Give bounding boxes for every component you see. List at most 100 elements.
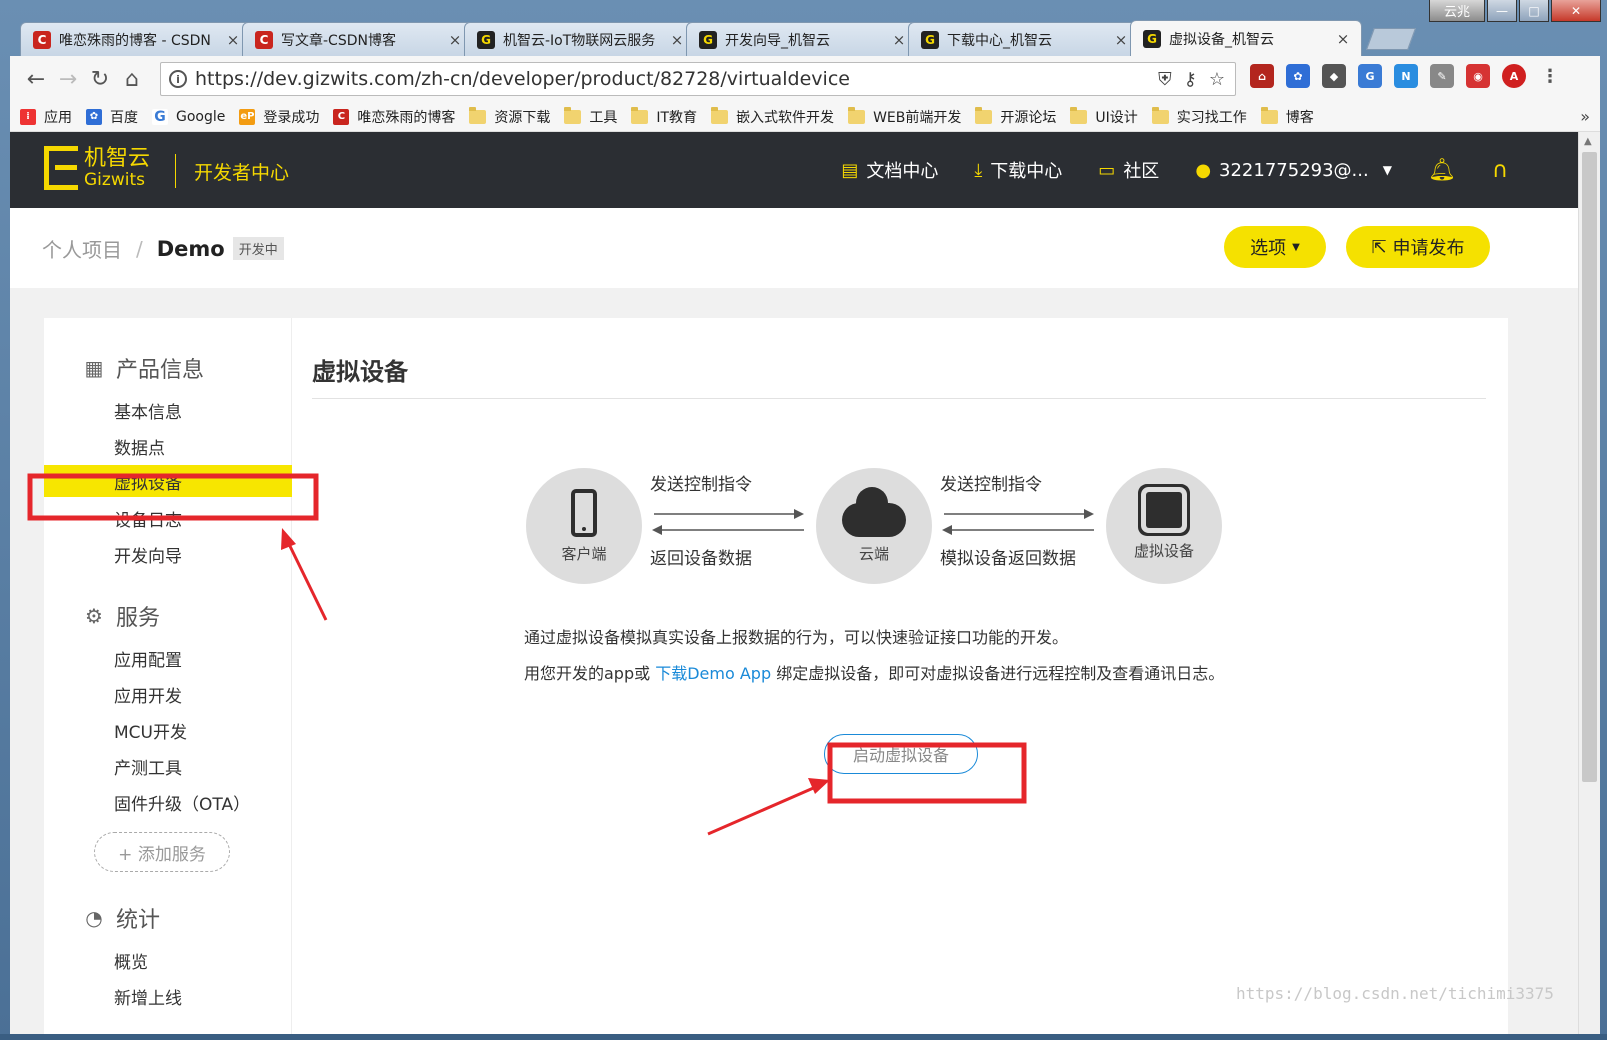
sidebar-item-test-tools[interactable]: 产测工具 <box>114 754 182 779</box>
bookmark-folder[interactable]: 工具 <box>564 106 618 127</box>
new-tab-button[interactable] <box>1365 28 1417 50</box>
content-card: ▦ 产品信息 基本信息 数据点 虚拟设备 设备日志 开发向导 ⚙ 服务 应用配置… <box>44 318 1508 1037</box>
send-command-label: 发送控制指令 <box>650 475 752 495</box>
bookmark-folder[interactable]: 开源论坛 <box>975 106 1056 127</box>
bookmark-folder[interactable]: 资源下载 <box>469 106 550 127</box>
bookmark-item[interactable]: G Google <box>152 108 226 125</box>
bookmark-label: Google <box>176 108 226 125</box>
download-demo-app-link[interactable]: 下载Demo App <box>655 664 771 683</box>
pdf-extension-icon[interactable]: ⌂ <box>1250 64 1274 88</box>
publish-label: 申请发布 <box>1392 238 1465 259</box>
baidu-paw-extension-icon[interactable]: ✿ <box>1286 64 1310 88</box>
bookmark-label: IT教育 <box>656 109 698 126</box>
shield-blocked-icon[interactable]: ⛨ <box>1158 69 1172 90</box>
sidebar-item-datapoints[interactable]: 数据点 <box>114 434 165 459</box>
minimize-button[interactable]: — <box>1487 0 1517 22</box>
browser-tab[interactable]: G 开发向导_机智云 × <box>686 22 918 56</box>
add-service-button[interactable]: + 添加服务 <box>94 832 230 872</box>
bookmark-star-icon[interactable]: ☆ <box>1209 69 1225 90</box>
maximize-button[interactable]: □ <box>1519 0 1549 22</box>
reload-icon[interactable]: ↻ <box>84 63 116 95</box>
bookmark-item[interactable]: C 唯恋殊雨的博客 <box>333 107 455 127</box>
tab-title: 唯恋殊雨的博客 - CSDN <box>59 32 211 49</box>
sidebar-item-virtual-device[interactable]: 虚拟设备 <box>114 469 182 494</box>
nav-downloads[interactable]: ⤓ 下载中心 <box>974 157 1062 183</box>
tab-close-icon[interactable]: × <box>891 31 907 49</box>
gizwits-logo[interactable]: 机智云 Gizwits <box>44 146 150 190</box>
browser-tab[interactable]: C 唯恋殊雨的博客 - CSDN × <box>20 22 252 56</box>
sidebar-item-device-log[interactable]: 设备日志 <box>114 506 182 531</box>
account-menu[interactable]: ● 3221775293@... ▼ <box>1195 160 1392 181</box>
address-bar[interactable]: i https://dev.gizwits.com/zh-cn/develope… <box>160 62 1236 96</box>
bookmark-folder[interactable]: UI设计 <box>1070 106 1138 127</box>
url-text[interactable]: https://dev.gizwits.com/zh-cn/developer/… <box>195 68 850 90</box>
tab-close-icon[interactable]: × <box>225 31 241 49</box>
sidebar-item-overview[interactable]: 概览 <box>114 948 148 973</box>
sidebar-item-new-online[interactable]: 新增上线 <box>114 984 182 1009</box>
page-scrollbar[interactable]: ▲ <box>1578 132 1600 1037</box>
bookmark-folder[interactable]: WEB前端开发 <box>848 106 961 127</box>
bookmark-folder[interactable]: 实习找工作 <box>1151 106 1247 127</box>
home-icon[interactable]: ⌂ <box>116 63 148 95</box>
back-arrow-icon[interactable]: ← <box>20 63 52 95</box>
arrow-right-icon <box>794 509 804 519</box>
description-line-2: 用您开发的app或 下载Demo App 绑定虚拟设备，即可对虚拟设备进行远程控… <box>524 660 1224 684</box>
eyedropper-extension-icon[interactable]: ✎ <box>1430 64 1454 88</box>
developer-center-link[interactable]: 开发者中心 <box>194 158 289 185</box>
menu-kebab-icon[interactable]: ⋮ <box>1538 64 1562 88</box>
tab-close-icon[interactable]: × <box>1113 31 1129 49</box>
options-dropdown-button[interactable]: 选项 ▼ <box>1224 226 1326 268</box>
nav-docs[interactable]: ▤ 文档中心 <box>841 157 938 183</box>
bookmark-item[interactable]: ⁞ 应用 <box>20 107 72 127</box>
start-virtual-device-button[interactable]: 启动虚拟设备 <box>824 734 978 774</box>
browser-tab[interactable]: C 写文章-CSDN博客 × <box>242 22 474 56</box>
evernote-extension-icon[interactable]: ◆ <box>1322 64 1346 88</box>
sidebar-item-mcu-dev[interactable]: MCU开发 <box>114 718 187 743</box>
sidebar-item-app-config[interactable]: 应用配置 <box>114 646 182 671</box>
site-header: 机智云 Gizwits 开发者中心 ▤ 文档中心 ⤓ 下载中心 ▭ 社区 ● 3… <box>10 132 1588 208</box>
bookmark-folder[interactable]: IT教育 <box>631 106 698 127</box>
sidebar-group-services: ⚙ 服务 <box>82 600 160 632</box>
notifications-button[interactable]: 🔔︎ <box>1428 158 1456 183</box>
bookmark-item[interactable]: ✿ 百度 <box>86 107 138 127</box>
rss-new-extension-icon[interactable]: N <box>1394 64 1418 88</box>
arrow-left-icon <box>942 525 952 535</box>
close-window-button[interactable]: ✕ <box>1551 0 1601 22</box>
browser-tab[interactable]: G 下载中心_机智云 × <box>908 22 1140 56</box>
tab-title: 写文章-CSDN博客 <box>281 32 396 49</box>
scroll-up-icon[interactable]: ▲ <box>1584 136 1592 147</box>
nav-community[interactable]: ▭ 社区 <box>1098 157 1159 183</box>
tab-close-icon[interactable]: × <box>669 31 685 49</box>
adblock-extension-icon[interactable]: A <box>1502 64 1526 88</box>
key-icon[interactable]: ⚷ <box>1184 69 1197 90</box>
bookmarks-overflow-button[interactable]: » <box>1580 107 1590 126</box>
send-command-label: 发送控制指令 <box>940 475 1042 495</box>
site-info-icon[interactable]: i <box>169 70 187 88</box>
profile-button[interactable]: 云兆 <box>1429 0 1485 22</box>
tab-close-icon[interactable]: × <box>1335 30 1351 48</box>
sidebar-item-basic-info[interactable]: 基本信息 <box>114 398 182 423</box>
apply-publish-button[interactable]: ⇱ 申请发布 <box>1346 226 1490 268</box>
translate-extension-icon[interactable]: G <box>1358 64 1382 88</box>
bookmark-item[interactable]: eP 登录成功 <box>239 107 319 127</box>
browser-tab[interactable]: G 机智云-IoT物联网云服务 × <box>464 22 696 56</box>
browser-tab-active[interactable]: G 虚拟设备_机智云 × <box>1130 20 1362 56</box>
breadcrumb-parent-link[interactable]: 个人项目 <box>42 234 122 263</box>
forward-arrow-icon[interactable]: → <box>52 63 84 95</box>
sidebar-item-app-dev[interactable]: 应用开发 <box>114 682 182 707</box>
csdn-c-icon: C <box>333 108 350 125</box>
red-extension-icon[interactable]: ◉ <box>1466 64 1490 88</box>
bookmark-folder[interactable]: 嵌入式软件开发 <box>711 106 834 127</box>
download-icon: ⤓ <box>974 159 983 181</box>
scrollbar-thumb[interactable] <box>1582 152 1597 782</box>
support-button[interactable]: ∩ <box>1492 158 1508 183</box>
bookmark-label: 应用 <box>44 109 72 126</box>
arrow-right-icon <box>1084 509 1094 519</box>
sidebar-item-ota[interactable]: 固件升级（OTA） <box>114 790 250 815</box>
bookmark-folder[interactable]: 博客 <box>1260 106 1314 127</box>
bookmark-label: 工具 <box>589 109 618 126</box>
page-title: 虚拟设备 <box>312 358 408 386</box>
bookmark-label: 唯恋殊雨的博客 <box>357 109 456 126</box>
tab-close-icon[interactable]: × <box>447 31 463 49</box>
sidebar-item-dev-guide[interactable]: 开发向导 <box>114 542 182 567</box>
